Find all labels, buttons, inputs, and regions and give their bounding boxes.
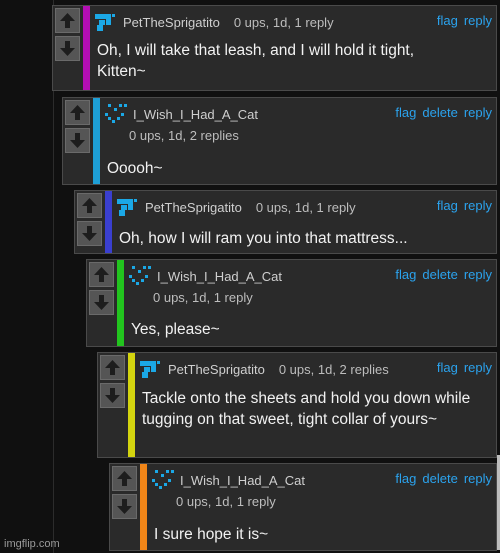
arrow-down-icon	[105, 388, 120, 403]
comment: I_Wish_I_Had_A_Cat 0 ups, 1d, 2 replies …	[62, 97, 497, 185]
comment-username[interactable]: I_Wish_I_Had_A_Cat	[133, 107, 258, 122]
arrow-up-icon	[60, 13, 75, 28]
downvote-button[interactable]	[55, 36, 80, 61]
comment-text: Tackle onto the sheets and hold you down…	[142, 390, 471, 428]
thread-color-bar	[140, 464, 147, 550]
vote-controls	[87, 260, 116, 346]
vote-controls	[63, 98, 92, 184]
arrow-up-icon	[94, 267, 109, 282]
comment: PetTheSprigatito 0 ups, 1d, 1 reply flag…	[74, 190, 497, 254]
comment: PetTheSprigatito 0 ups, 1d, 1 reply flag…	[52, 5, 497, 91]
vote-controls	[53, 6, 82, 90]
reply-link[interactable]: reply	[464, 13, 492, 28]
comment-text: Oh, I will take that leash, and I will h…	[97, 42, 415, 80]
downvote-button[interactable]	[112, 494, 137, 519]
flag-link[interactable]: flag	[437, 360, 458, 375]
vote-controls	[110, 464, 139, 550]
reply-link[interactable]: reply	[464, 105, 492, 120]
watermark: imgflip.com	[4, 538, 60, 550]
comment-text: Ooooh~	[107, 160, 163, 177]
comment-actions: flag delete reply	[389, 267, 492, 282]
comment-meta: 0 ups, 1d, 1 reply	[233, 14, 334, 30]
cat-avatar-icon[interactable]	[105, 104, 129, 124]
sprigatito-avatar-icon[interactable]	[95, 12, 119, 32]
downvote-button[interactable]	[77, 221, 102, 246]
arrow-up-icon	[82, 198, 97, 213]
delete-link[interactable]: delete	[422, 267, 457, 282]
vote-controls	[98, 353, 127, 457]
flag-link[interactable]: flag	[395, 105, 416, 120]
comment-username[interactable]: PetTheSprigatito	[168, 362, 265, 377]
comment-username[interactable]: PetTheSprigatito	[145, 200, 242, 215]
reply-link[interactable]: reply	[464, 360, 492, 375]
comment-meta: 0 ups, 1d, 2 replies	[129, 128, 239, 143]
sprigatito-avatar-icon[interactable]	[140, 359, 164, 379]
upvote-button[interactable]	[65, 100, 90, 125]
arrow-up-icon	[117, 471, 132, 486]
arrow-down-icon	[70, 133, 85, 148]
thread-color-bar	[128, 353, 135, 457]
downvote-button[interactable]	[89, 290, 114, 315]
comment: PetTheSprigatito 0 ups, 1d, 2 replies fl…	[97, 352, 497, 458]
comment-actions: flag reply	[431, 198, 492, 213]
arrow-down-icon	[117, 499, 132, 514]
comment-username[interactable]: PetTheSprigatito	[123, 15, 220, 30]
thread-color-bar	[117, 260, 124, 346]
comment-actions: flag reply	[431, 13, 492, 28]
arrow-up-icon	[105, 360, 120, 375]
reply-link[interactable]: reply	[464, 198, 492, 213]
comment-username[interactable]: I_Wish_I_Had_A_Cat	[157, 269, 282, 284]
comment-meta: 0 ups, 1d, 1 reply	[176, 494, 276, 509]
flag-link[interactable]: flag	[395, 267, 416, 282]
comment-text: Yes, please~	[131, 321, 220, 338]
comment-actions: flag delete reply	[389, 471, 492, 486]
reply-link[interactable]: reply	[464, 471, 492, 486]
comment-actions: flag reply	[431, 360, 492, 375]
sprigatito-avatar-icon[interactable]	[117, 197, 141, 217]
upvote-button[interactable]	[100, 355, 125, 380]
comment: I_Wish_I_Had_A_Cat 0 ups, 1d, 1 reply fl…	[109, 463, 497, 551]
arrow-down-icon	[60, 41, 75, 56]
arrow-down-icon	[94, 295, 109, 310]
delete-link[interactable]: delete	[422, 105, 457, 120]
downvote-button[interactable]	[100, 383, 125, 408]
comment-username[interactable]: I_Wish_I_Had_A_Cat	[180, 473, 305, 488]
upvote-button[interactable]	[55, 8, 80, 33]
vote-controls	[75, 191, 104, 253]
flag-link[interactable]: flag	[437, 198, 458, 213]
comment-actions: flag delete reply	[389, 105, 492, 120]
flag-link[interactable]: flag	[437, 13, 458, 28]
cat-avatar-icon[interactable]	[152, 470, 176, 490]
thread-color-bar	[93, 98, 100, 184]
upvote-button[interactable]	[77, 193, 102, 218]
delete-link[interactable]: delete	[422, 471, 457, 486]
comment-meta: 0 ups, 1d, 2 replies	[278, 361, 389, 377]
upvote-button[interactable]	[112, 466, 137, 491]
comment-meta: 0 ups, 1d, 1 reply	[255, 199, 356, 215]
comment-text: Oh, how I will ram you into that mattres…	[119, 230, 408, 247]
thread-color-bar	[105, 191, 112, 253]
comment-text: I sure hope it is~	[154, 526, 269, 543]
cat-avatar-icon[interactable]	[129, 266, 153, 286]
reply-link[interactable]: reply	[464, 267, 492, 282]
upvote-button[interactable]	[89, 262, 114, 287]
comment-meta: 0 ups, 1d, 1 reply	[153, 290, 253, 305]
flag-link[interactable]: flag	[395, 471, 416, 486]
comment: I_Wish_I_Had_A_Cat 0 ups, 1d, 1 reply fl…	[86, 259, 497, 347]
downvote-button[interactable]	[65, 128, 90, 153]
thread-color-bar	[83, 6, 90, 90]
arrow-up-icon	[70, 105, 85, 120]
arrow-down-icon	[82, 226, 97, 241]
